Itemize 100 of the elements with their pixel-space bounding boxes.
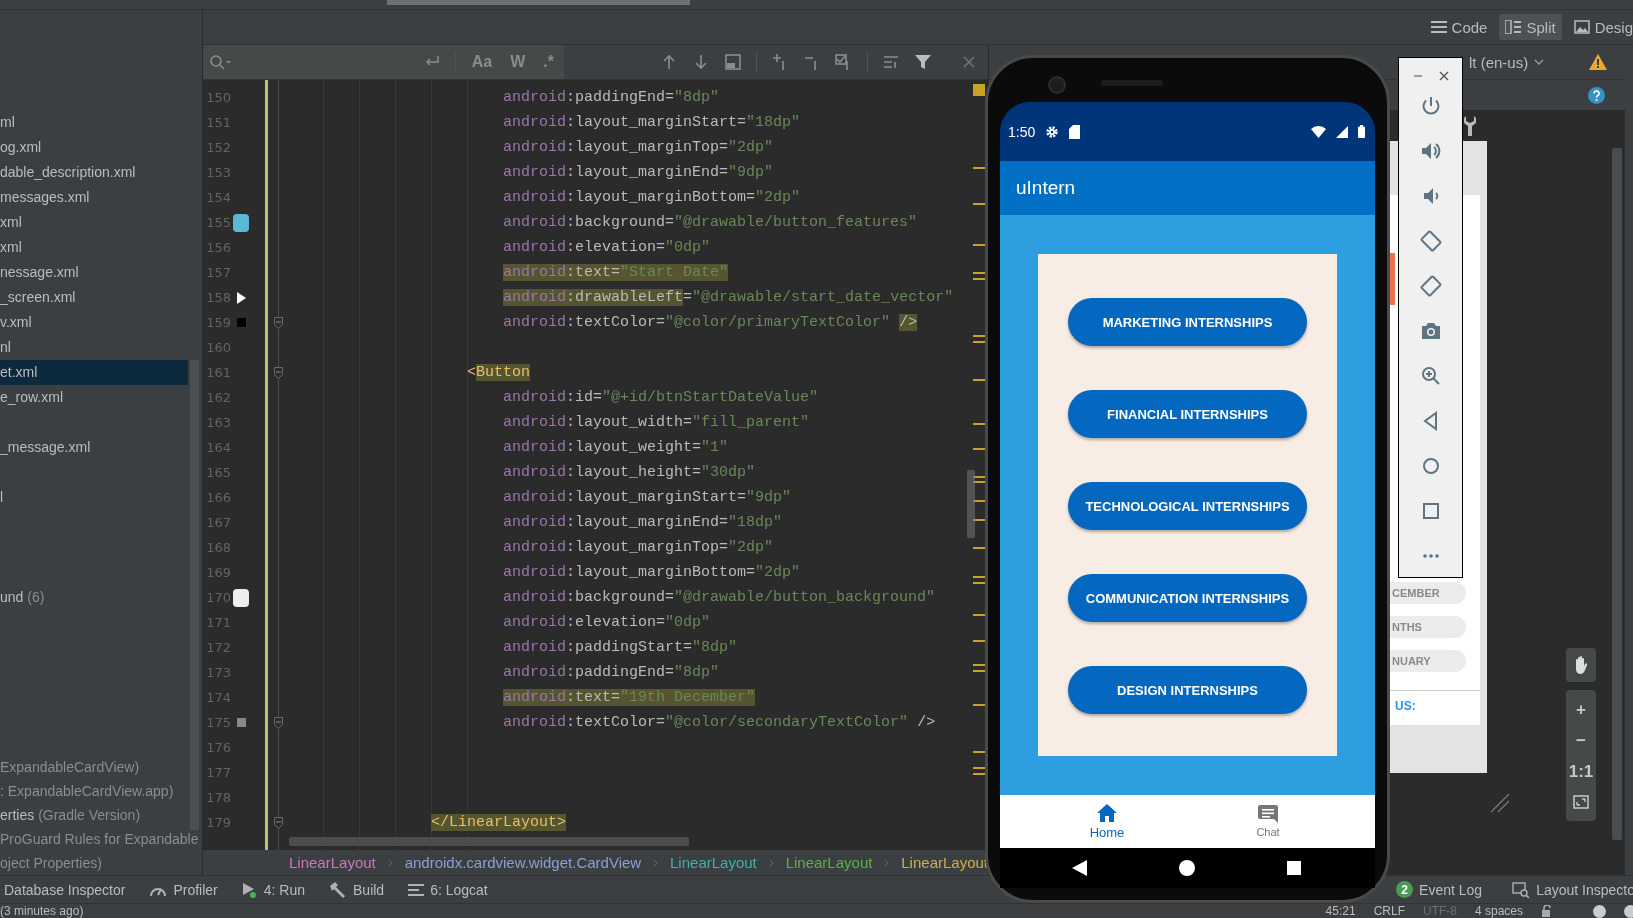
tree-item[interactable]: l [0,485,188,510]
tree-item[interactable]: : ExpandableCardView.app) [0,779,188,803]
feedback-icon[interactable] [1593,904,1606,918]
status-item[interactable]: CRLF [1373,904,1405,918]
back-icon[interactable] [1072,860,1087,876]
rotate-left-icon[interactable] [1418,229,1443,253]
tree-item[interactable]: xml [0,235,188,260]
tool-window-button[interactable]: 2 Event Log [1396,881,1483,898]
select-box-icon[interactable] [724,53,742,71]
code-line: <Button [467,364,531,381]
tree-item[interactable]: og.xml [0,135,188,160]
line-number: 172 [205,640,232,655]
tree-item[interactable]: e_row.xml [0,385,188,410]
down-arrow-icon[interactable] [692,53,710,71]
status-item[interactable]: 45:21 [1325,904,1356,918]
tree-item[interactable]: ml [0,110,188,135]
gear-icon [1045,124,1060,139]
play-icon[interactable] [236,291,246,304]
nav-tab[interactable]: Home [1047,795,1167,848]
line-number: 152 [205,140,232,155]
fit-screen-icon[interactable] [1572,793,1590,811]
code-line: android:layout_width="fill_parent" [503,414,810,431]
color-swatch-icon[interactable] [233,213,249,232]
warning-icon[interactable] [1589,54,1607,70]
code-line: android:drawableLeft="@drawable/start_date_vector" [503,289,954,306]
tool-window-button[interactable]: Database Inspector [4,881,126,898]
color-swatch-icon[interactable] [236,318,246,327]
status-item[interactable]: 4 spaces [1474,904,1523,918]
scrollbar[interactable] [289,837,689,846]
chip[interactable]: NTHS [1390,616,1466,638]
home-button-icon[interactable] [1179,860,1195,876]
line-number: 150 [205,90,232,105]
view-mode-tab[interactable]: Desig [1567,14,1633,40]
breadcrumb[interactable]: LinearLayout [901,854,988,871]
pan-button[interactable] [1566,648,1596,682]
multiline-icon[interactable] [882,53,900,71]
line-number: 179 [205,815,232,830]
tree-item[interactable]: nessage.xml [0,260,188,285]
tree-item[interactable]: und (6) [0,585,188,610]
chip[interactable]: CEMBER [1390,582,1466,604]
color-swatch-icon[interactable] [236,718,246,727]
tree-item[interactable]: _screen.xml [0,285,188,310]
tree-item[interactable]: dable_description.xml [0,160,188,185]
scrollbar[interactable] [1612,148,1622,840]
tool-window-button[interactable]: Profiler [149,881,218,898]
internship-button[interactable]: TECHNOLOGICAL INTERNSHIPS [1068,482,1307,530]
code-line: android:elevation="0dp" [503,614,711,631]
internship-button[interactable]: COMMUNICATION INTERNSHIPS [1068,574,1307,622]
scrollbar[interactable] [967,470,975,538]
resize-handle-icon[interactable] [1489,792,1511,814]
wrench-icon[interactable] [1464,115,1476,136]
tree-item[interactable]: messages.xml [0,185,188,210]
line-number: 158 [205,290,232,305]
internship-button[interactable]: FINANCIAL INTERNSHIPS [1068,390,1307,438]
tree-item[interactable]: nl [0,335,188,360]
close-icon[interactable] [1438,71,1449,81]
line-number: 163 [205,415,232,430]
link[interactable]: US: [1395,699,1480,713]
feedback-icon[interactable] [1624,904,1633,918]
search-icon[interactable] [209,54,231,70]
internship-button[interactable]: MARKETING INTERNSHIPS [1068,298,1307,346]
tree-item[interactable]: erties (Gradle Version) [0,803,188,827]
rotate-right-icon[interactable] [1418,274,1443,298]
breadcrumb[interactable]: LinearLayout [670,854,757,871]
nav-tab[interactable]: Chat [1208,795,1328,848]
zoom-button[interactable]: + [1576,694,1586,725]
fold-marker-icon[interactable] [274,316,283,329]
breadcrumb[interactable]: LinearLayout [289,854,376,871]
line-number: 151 [205,115,232,130]
tool-window-button[interactable]: Build [329,881,385,898]
code-line: android:paddingEnd="8dp" [503,664,720,681]
help-icon[interactable] [1588,86,1605,104]
breadcrumb[interactable]: LinearLayout [785,854,873,871]
view-mode-tab[interactable]: Code [1424,14,1494,40]
tree-item[interactable]: et.xml [0,360,188,385]
zoom-button[interactable]: − [1576,725,1586,756]
filter-icon[interactable] [914,53,932,71]
fold-marker-icon[interactable] [274,716,283,729]
tool-window-button[interactable]: 6: Logcat [408,881,488,898]
chevron-icon [768,857,774,868]
tree-item[interactable]: _message.xml [0,435,188,460]
zoom-button[interactable]: 1:1 [1568,756,1594,787]
internship-button[interactable]: DESIGN INTERNSHIPS [1068,666,1307,714]
tree-item[interactable]: ExpandableCardView) [0,755,188,779]
code-line: android:layout_marginStart="18dp" [503,114,801,131]
clock: 1:50 [1008,123,1036,140]
chip[interactable]: NUARY [1390,650,1466,672]
hammer-icon [329,881,347,898]
tree-item[interactable]: ProGuard Rules for Expandable [0,827,199,851]
app-title: uIntern [1016,177,1076,199]
tool-window-button[interactable]: 4: Run [241,881,305,898]
tree-item[interactable]: v.xml [0,310,188,335]
fold-marker-icon[interactable] [274,816,283,829]
color-swatch-icon[interactable] [233,588,249,607]
breadcrumb[interactable]: androidx.cardview.widget.CardView [404,854,642,871]
fold-marker-icon[interactable] [274,366,283,379]
tree-item[interactable]: oject Properties) [0,851,188,875]
locale-dropdown[interactable]: lt (en-us) [1469,53,1545,71]
line-number: 156 [205,240,232,255]
tree-item[interactable]: xml [0,210,188,235]
